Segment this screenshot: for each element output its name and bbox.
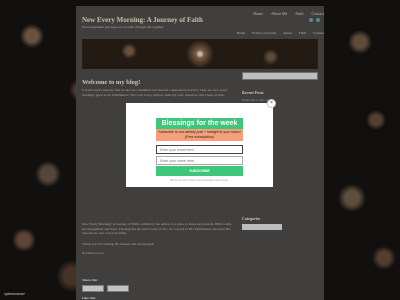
- email-field[interactable]: [156, 145, 243, 154]
- subscribe-button[interactable]: SUBSCRIBE: [156, 166, 243, 176]
- close-icon[interactable]: ×: [267, 99, 276, 108]
- privacy-note: We do not sell or share your information…: [169, 179, 229, 182]
- name-field[interactable]: [156, 156, 243, 165]
- popup-title: Blessings for the week ahead!: [156, 118, 243, 138]
- subscribe-popup: × Blessings for the week ahead! Subscrib…: [126, 99, 276, 187]
- popup-subtitle: Subscribe to our weekly post + straight …: [156, 129, 243, 141]
